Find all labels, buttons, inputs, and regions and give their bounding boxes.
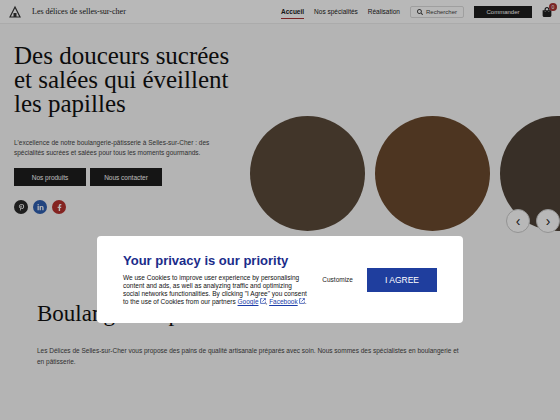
cookie-link[interactable]: Google <box>238 298 259 305</box>
agree-button[interactable]: I AGREE <box>367 268 437 292</box>
external-link-icon <box>299 298 305 304</box>
external-link-icon <box>260 298 266 304</box>
cookie-text: We use Cookies to improve user experienc… <box>123 274 308 306</box>
cookie-dialog: Your privacy is our priority We use Cooki… <box>97 236 463 323</box>
customize-link[interactable]: Customize <box>322 276 353 283</box>
cookie-link[interactable]: Facebook <box>269 298 298 305</box>
page: Les délices de selles-sur-cherAccueilNos… <box>0 0 560 420</box>
cookie-title: Your privacy is our priority <box>123 253 308 268</box>
overlay: Your privacy is our priority We use Cooki… <box>0 0 560 420</box>
